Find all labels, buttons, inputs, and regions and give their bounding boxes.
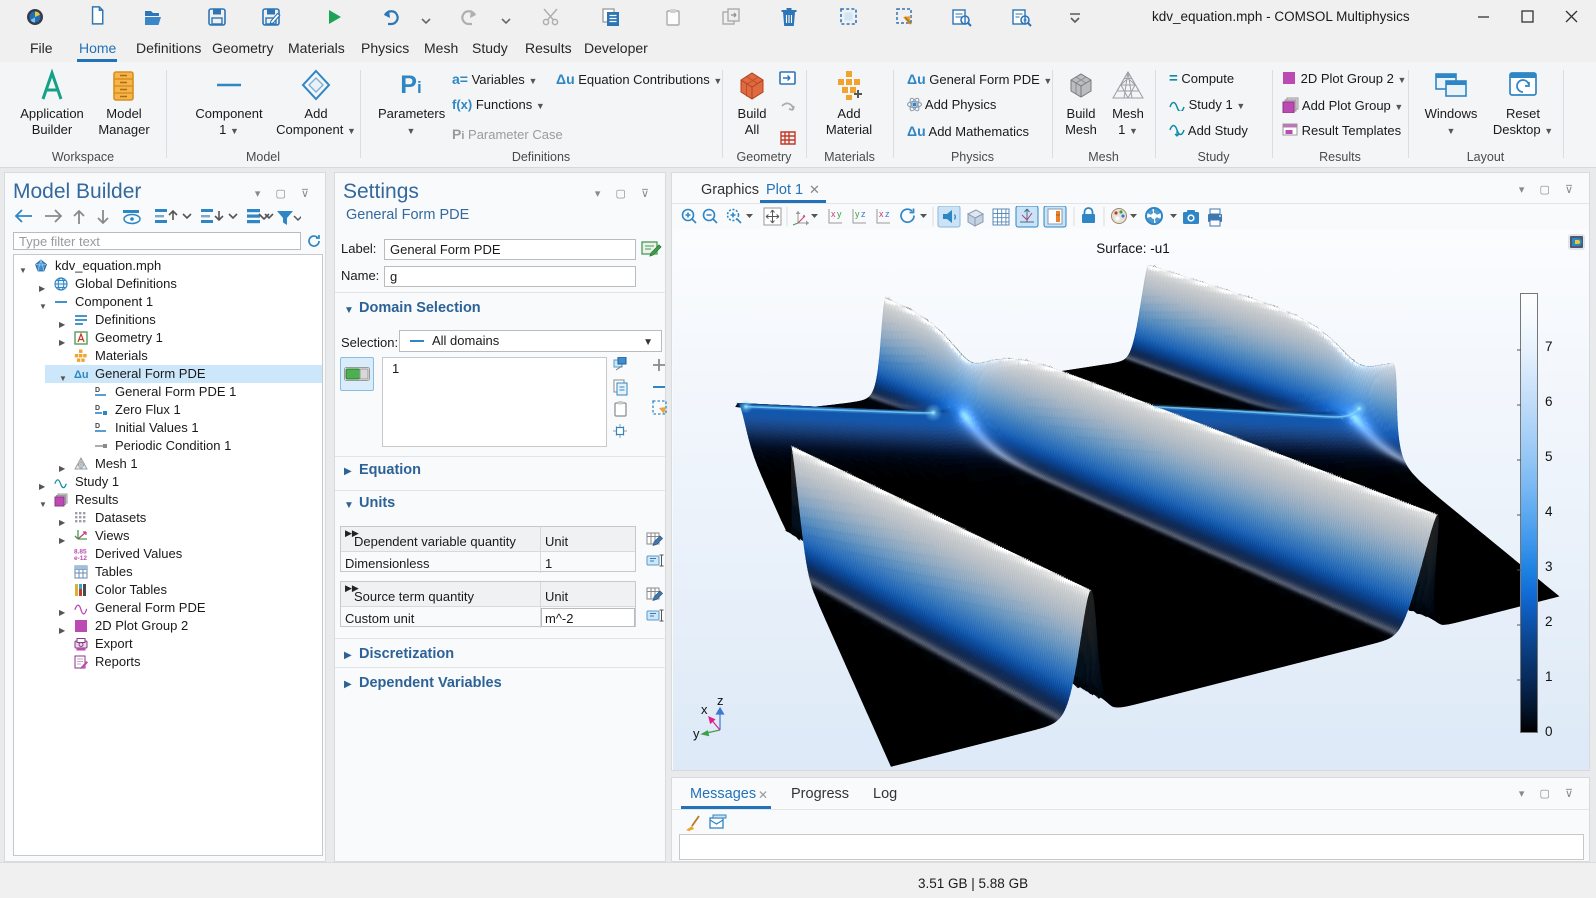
svg-text:y: y	[837, 209, 842, 219]
svg-text:Δu: Δu	[74, 369, 88, 381]
svg-text:D: D	[95, 423, 100, 430]
svg-text:x: x	[701, 702, 708, 717]
svg-text:x: x	[831, 209, 836, 219]
svg-text:x: x	[879, 209, 884, 219]
svg-text:y: y	[693, 726, 700, 741]
svg-text:D: D	[95, 387, 100, 394]
svg-text:e-12: e-12	[74, 555, 87, 561]
svg-text:z: z	[861, 209, 866, 219]
svg-text:z: z	[885, 209, 890, 219]
svg-text:z: z	[717, 696, 724, 708]
svg-text:D: D	[95, 405, 100, 412]
svg-text:y: y	[855, 209, 860, 219]
